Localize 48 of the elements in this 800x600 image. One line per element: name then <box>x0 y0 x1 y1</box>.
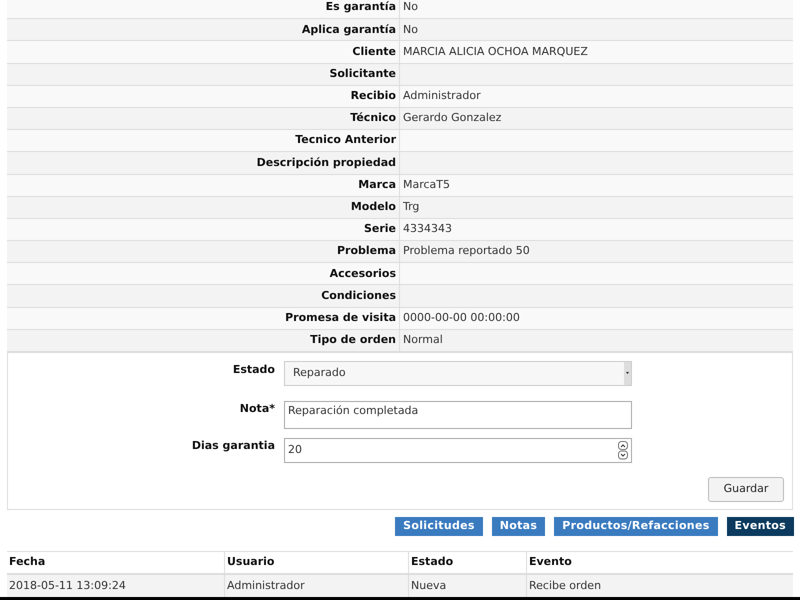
field-label: Promesa de visita <box>285 310 396 326</box>
field-label: Recibio <box>350 88 396 104</box>
field-label: Marca <box>358 176 396 193</box>
field-value: No <box>402 0 418 16</box>
field-value: MARCIA ALICIA OCHOA MARQUEZ <box>402 44 588 60</box>
field-label: Problema <box>336 243 396 260</box>
field-value: MarcaT5 <box>402 176 450 193</box>
tab[interactable]: Eventos <box>726 517 794 536</box>
field-label: Aplica garantía <box>302 22 396 38</box>
field-label: Técnico <box>350 110 396 126</box>
dropdown-icon <box>624 362 631 385</box>
field-label: Descripción propiedad <box>256 154 396 171</box>
column-header: Usuario <box>227 554 274 570</box>
nota-field[interactable]: Reparación completada <box>284 401 632 429</box>
column-header: Evento <box>529 554 572 570</box>
column-header: Estado <box>411 554 454 570</box>
field-label: Nota* <box>238 401 275 417</box>
field-value: 4334343 <box>402 221 452 238</box>
field-value: No <box>402 22 418 38</box>
table-cell-text: Administrador <box>227 578 305 594</box>
field-label: Condiciones <box>321 288 396 304</box>
field-label: Tecnico Anterior <box>295 132 396 148</box>
table-cell-text: Recibe orden <box>529 578 602 594</box>
tab[interactable]: Notas <box>492 517 546 536</box>
dias-garantia-field[interactable]: 20 <box>284 438 632 463</box>
tab[interactable]: Productos/Refacciones <box>554 517 718 536</box>
field-value: Gerardo Gonzalez <box>402 110 502 126</box>
field-value: Problema reportado 50 <box>402 243 530 260</box>
field-label: Cliente <box>352 44 396 60</box>
column-header: Fecha <box>9 554 46 570</box>
field-value: Administrador <box>402 88 481 104</box>
table-cell-text: 2018-05-11 13:09:24 <box>9 578 126 594</box>
tab[interactable]: Solicitudes <box>395 517 483 536</box>
table-cell-text: Nueva <box>411 578 446 594</box>
spinner-icon <box>618 441 628 460</box>
field-label: Estado <box>232 362 275 378</box>
field-label: Dias garantia <box>190 438 275 454</box>
field-value: Normal <box>402 332 443 348</box>
field-value: Trg <box>402 199 420 216</box>
field-label: Es garantía <box>326 0 396 16</box>
estado-select[interactable]: Reparado <box>284 361 632 386</box>
field-value: 0000-00-00 00:00:00 <box>402 310 520 326</box>
field-label: Tipo de orden <box>310 332 396 348</box>
save-button[interactable]: Guardar <box>708 477 784 502</box>
field-label: Serie <box>364 221 396 238</box>
field-label: Modelo <box>350 199 396 216</box>
field-label: Accesorios <box>330 266 396 282</box>
field-label: Solicitante <box>329 66 396 82</box>
